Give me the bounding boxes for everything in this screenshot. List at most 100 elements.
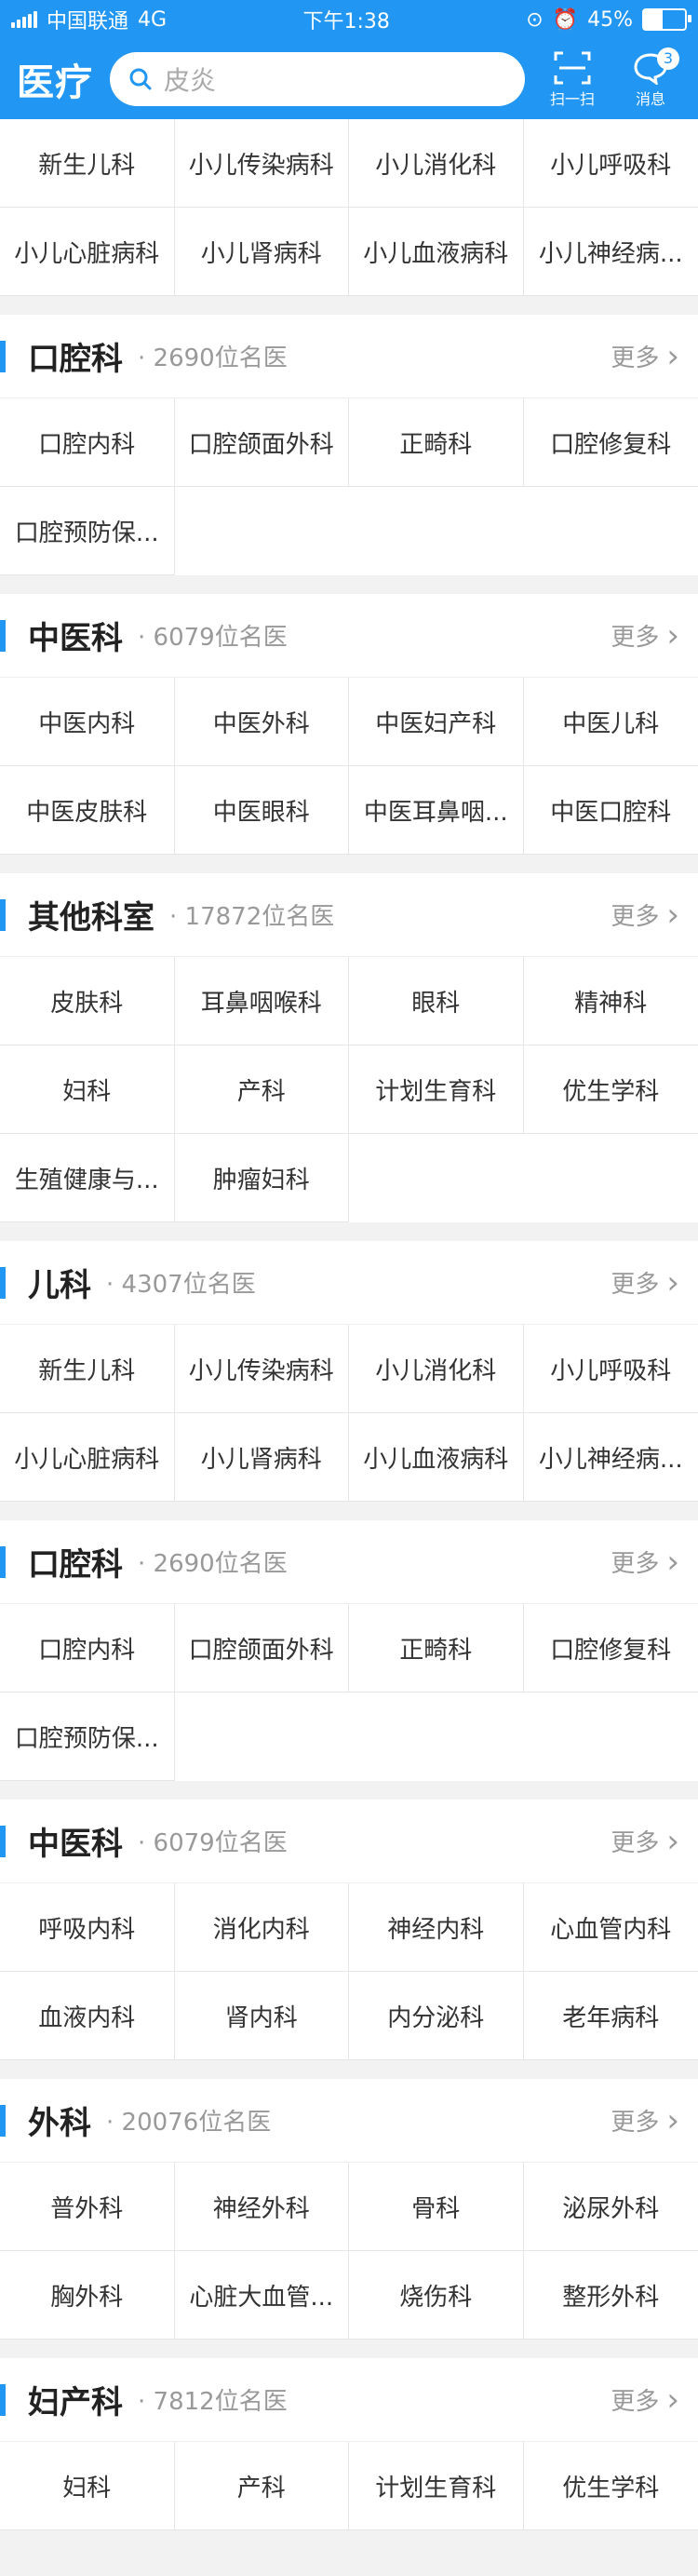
more-label: 更多 <box>611 1271 660 1299</box>
department-item[interactable]: 新生儿科 <box>0 1325 175 1413</box>
department-item[interactable]: 皮肤科 <box>0 957 175 1045</box>
department-item[interactable]: 血液内科 <box>0 1972 175 2060</box>
department-item[interactable]: 中医皮肤科 <box>0 766 175 855</box>
department-item[interactable]: 中医内科 <box>0 678 175 766</box>
department-grid: 呼吸内科 消化内科 神经内科 心血管内科血液内科 肾内科 内分泌科 老年病科 <box>0 1883 698 2060</box>
department-item[interactable]: 整形外科 <box>523 2251 698 2340</box>
carrier-label: 中国联通 <box>47 10 129 34</box>
department-item[interactable]: 中医外科 <box>174 678 349 766</box>
section-title: 口腔科 <box>28 341 123 378</box>
department-item[interactable]: 产科 <box>174 1045 349 1134</box>
department-item[interactable]: 中医耳鼻咽... <box>349 766 524 855</box>
department-item[interactable]: 口腔内科 <box>0 398 175 487</box>
more-link[interactable]: 更多 › <box>611 338 679 375</box>
department-item[interactable]: 烧伤科 <box>349 2251 524 2340</box>
more-label: 更多 <box>611 624 660 652</box>
department-item[interactable]: 中医口腔科 <box>523 766 698 855</box>
department-item[interactable]: 老年病科 <box>523 1972 698 2060</box>
department-item[interactable]: 小儿肾病科 <box>174 208 349 296</box>
section-separator <box>0 296 698 315</box>
department-item[interactable]: 小儿传染病科 <box>174 1325 349 1413</box>
department-item[interactable]: 优生学科 <box>523 1045 698 1134</box>
department-item[interactable]: 口腔修复科 <box>523 398 698 487</box>
department-item[interactable]: 新生儿科 <box>0 119 175 208</box>
doctor-count: · 7812位名医 <box>138 2388 288 2416</box>
more-link[interactable]: 更多 › <box>611 897 679 934</box>
section-header: 口腔科 · 2690位名医 更多 › <box>0 1520 698 1604</box>
more-link[interactable]: 更多 › <box>611 1823 679 1860</box>
department-item[interactable]: 眼科 <box>349 957 524 1045</box>
message-button[interactable]: 3 消息 <box>620 47 681 109</box>
department-item[interactable]: 口腔预防保... <box>0 487 175 575</box>
department-item[interactable]: 小儿呼吸科 <box>523 119 698 208</box>
department-item[interactable]: 妇科 <box>0 1045 175 1134</box>
department-item[interactable]: 心血管内科 <box>523 1883 698 1972</box>
scan-button[interactable]: 扫一扫 <box>542 49 603 109</box>
department-item[interactable]: 神经内科 <box>349 1883 524 1972</box>
department-item[interactable]: 小儿呼吸科 <box>523 1325 698 1413</box>
scan-icon <box>554 51 591 85</box>
department-item[interactable]: 小儿消化科 <box>349 1325 524 1413</box>
time-label: 下午1:38 <box>302 10 390 34</box>
department-item[interactable]: 正畸科 <box>349 398 524 487</box>
department-item[interactable]: 计划生育科 <box>349 1045 524 1134</box>
department-item[interactable]: 消化内科 <box>174 1883 349 1972</box>
department-item[interactable]: 小儿心脏病科 <box>0 208 175 296</box>
app-logo: 医疗 <box>17 61 93 104</box>
doctor-count: · 2690位名医 <box>138 344 288 372</box>
section-accent-bar <box>0 619 6 652</box>
department-item[interactable]: 口腔颌面外科 <box>174 398 349 487</box>
department-item[interactable]: 精神科 <box>523 957 698 1045</box>
section-separator <box>0 1502 698 1520</box>
department-item[interactable]: 小儿血液病科 <box>349 208 524 296</box>
department-item[interactable]: 小儿神经病... <box>523 1413 698 1502</box>
department-item[interactable]: 心脏大血管... <box>174 2251 349 2340</box>
department-item[interactable]: 计划生育科 <box>349 2442 524 2530</box>
department-item[interactable]: 耳鼻咽喉科 <box>174 957 349 1045</box>
chevron-right-icon: › <box>666 616 679 654</box>
department-item[interactable]: 小儿血液病科 <box>349 1413 524 1502</box>
department-item[interactable]: 口腔内科 <box>0 1604 175 1693</box>
section-accent-bar <box>0 2104 6 2137</box>
more-link[interactable]: 更多 › <box>611 1264 679 1301</box>
department-item[interactable]: 神经外科 <box>174 2163 349 2251</box>
department-item[interactable]: 小儿传染病科 <box>174 119 349 208</box>
department-item[interactable]: 骨科 <box>349 2163 524 2251</box>
chevron-right-icon: › <box>666 2380 679 2419</box>
department-item[interactable]: 普外科 <box>0 2163 175 2251</box>
department-item[interactable]: 小儿心脏病科 <box>0 1413 175 1502</box>
department-item[interactable]: 内分泌科 <box>349 1972 524 2060</box>
section-header: 妇产科 · 7812位名医 更多 › <box>0 2358 698 2442</box>
section-accent-bar <box>0 2383 6 2416</box>
department-item[interactable]: 中医儿科 <box>523 678 698 766</box>
department-item[interactable]: 正畸科 <box>349 1604 524 1693</box>
more-link[interactable]: 更多 › <box>611 1544 679 1581</box>
department-item[interactable]: 中医眼科 <box>174 766 349 855</box>
department-item[interactable]: 呼吸内科 <box>0 1883 175 1972</box>
section-title: 儿科 <box>28 1267 91 1304</box>
more-link[interactable]: 更多 › <box>611 2102 679 2139</box>
department-item[interactable]: 小儿神经病... <box>523 208 698 296</box>
department-item[interactable]: 生殖健康与... <box>0 1134 175 1222</box>
department-item[interactable]: 肿瘤妇科 <box>174 1134 349 1222</box>
department-item[interactable]: 产科 <box>174 2442 349 2530</box>
department-item[interactable]: 口腔修复科 <box>523 1604 698 1693</box>
department-item[interactable]: 小儿消化科 <box>349 119 524 208</box>
lock-rotation-icon: ⊙ <box>526 7 544 32</box>
department-item[interactable]: 妇科 <box>0 2442 175 2530</box>
department-item[interactable]: 泌尿外科 <box>523 2163 698 2251</box>
department-item[interactable]: 小儿肾病科 <box>174 1413 349 1502</box>
department-item[interactable]: 口腔颌面外科 <box>174 1604 349 1693</box>
department-item[interactable]: 优生学科 <box>523 2442 698 2530</box>
message-badge: 3 <box>657 47 679 70</box>
more-label: 更多 <box>611 1550 660 1578</box>
department-item[interactable]: 肾内科 <box>174 1972 349 2060</box>
more-link[interactable]: 更多 › <box>611 2381 679 2419</box>
network-label: 4G <box>138 7 168 32</box>
department-item[interactable]: 口腔预防保... <box>0 1693 175 1781</box>
department-grid: 口腔内科 口腔颌面外科 正畸科 口腔修复科口腔预防保... <box>0 1604 698 1781</box>
department-item[interactable]: 胸外科 <box>0 2251 175 2340</box>
more-link[interactable]: 更多 › <box>611 617 679 654</box>
department-item[interactable]: 中医妇产科 <box>349 678 524 766</box>
search-input[interactable]: 皮炎 <box>110 52 525 106</box>
